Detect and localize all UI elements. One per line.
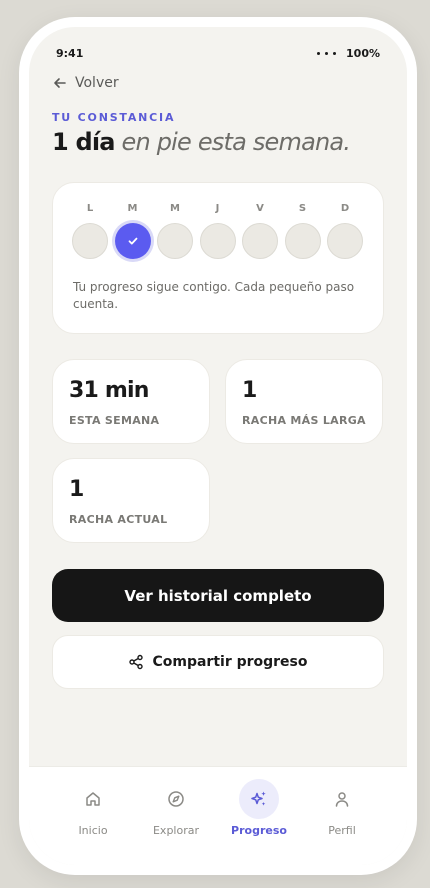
view-history-button[interactable]: Ver historial completo [52, 569, 384, 622]
tab-perfil[interactable]: Perfil [307, 779, 377, 837]
stat-label: RACHA ACTUAL [69, 513, 168, 526]
status-time: 9:41 [56, 47, 84, 60]
back-label: Volver [75, 75, 119, 91]
share-icon [129, 654, 144, 670]
week-days: L M M J V S D [72, 202, 363, 259]
day-indicator [157, 223, 193, 259]
home-icon [73, 779, 113, 819]
day-column: M [157, 202, 193, 259]
share-progress-label: Compartir progreso [152, 654, 308, 670]
day-indicator [72, 223, 108, 259]
day-indicator [284, 223, 321, 259]
tab-inicio[interactable]: Inicio [58, 779, 128, 837]
tab-label: Explorar [152, 824, 199, 837]
day-label: J [215, 203, 220, 214]
day-column: D [327, 202, 363, 259]
day-column: V [242, 202, 278, 259]
bottom-tab-bar: Inicio Explorar Progreso Perfil [29, 766, 407, 865]
tab-explorar[interactable]: Explorar [141, 779, 211, 837]
day-label: M [170, 203, 180, 214]
day-label: M [127, 203, 138, 214]
day-indicator [199, 223, 236, 259]
day-label: S [298, 203, 307, 214]
share-progress-button[interactable]: Compartir progreso [52, 635, 384, 689]
signal-dots-icon [317, 52, 337, 55]
sparkles-icon [239, 779, 279, 819]
tab-label: Progreso [231, 824, 287, 837]
user-icon [322, 779, 362, 819]
day-column: L [72, 202, 108, 259]
day-column: M [114, 202, 151, 259]
headline-strong: 1 día [52, 128, 115, 156]
day-column: J [199, 202, 236, 259]
day-indicator [327, 223, 363, 259]
app-screen: 9:41 100% Volver TU CONSTANCIA 1 día en … [29, 27, 407, 865]
status-right: 100% [317, 47, 380, 60]
stat-card-week-minutes: 31 min ESTA SEMANA [52, 359, 210, 444]
check-icon [128, 237, 137, 245]
stat-card-current-streak: 1 RACHA ACTUAL [52, 458, 210, 543]
stat-card-longest-streak: 1 RACHA MÁS LARGA [225, 359, 383, 444]
stat-value: 31 min [69, 378, 149, 403]
week-message: Tu progreso sigue contigo. Cada pequeño … [73, 280, 355, 311]
day-label: D [340, 203, 350, 214]
compass-icon [156, 779, 196, 819]
day-column: S [284, 202, 321, 259]
status-bar: 9:41 100% [56, 47, 380, 61]
stat-label: ESTA SEMANA [69, 414, 160, 427]
battery-level: 100% [346, 47, 380, 60]
page-title: 1 día en pie esta semana. [52, 128, 351, 156]
day-label: L [86, 203, 94, 214]
weekly-streak-card: L M M J V S D Tu progreso sigue contigo.… [52, 182, 384, 334]
day-label: V [256, 203, 264, 214]
day-indicator [242, 223, 278, 259]
day-indicator-done [114, 223, 151, 259]
stat-label: RACHA MÁS LARGA [242, 414, 366, 427]
tab-label: Perfil [328, 824, 356, 837]
headline-soft: en pie esta semana. [121, 128, 351, 156]
back-button[interactable]: Volver [53, 75, 119, 91]
tab-label: Inicio [78, 824, 108, 837]
section-eyebrow: TU CONSTANCIA [52, 111, 176, 124]
tab-progreso[interactable]: Progreso [224, 779, 294, 837]
stat-value: 1 [69, 477, 84, 502]
arrow-left-icon [54, 78, 66, 88]
stat-value: 1 [242, 378, 257, 403]
